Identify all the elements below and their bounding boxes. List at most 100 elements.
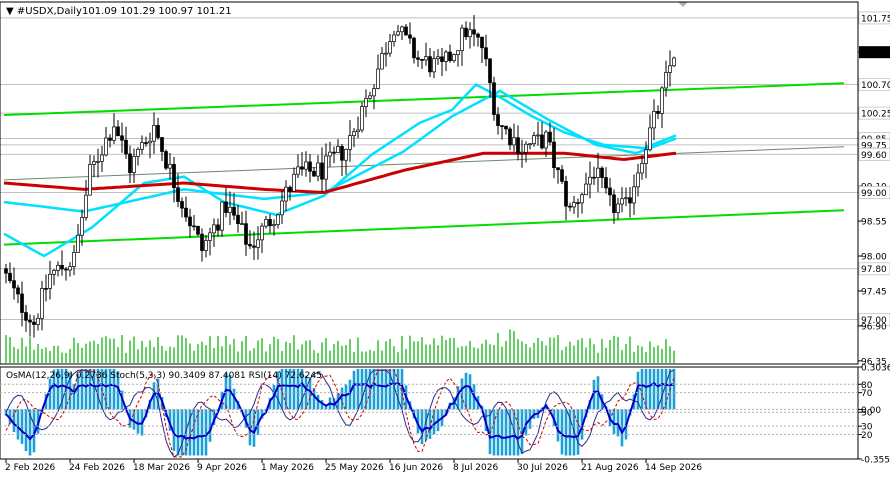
bearish-candle [492, 82, 496, 115]
bullish-candle [284, 186, 288, 202]
bullish-candle [396, 31, 400, 36]
bullish-candle [76, 234, 80, 253]
bearish-candle [320, 162, 324, 180]
price-tick-label: 100.25 [861, 110, 890, 120]
title-arrow: ▼ [6, 6, 17, 17]
bearish-candle [44, 288, 48, 290]
bullish-candle [436, 56, 440, 60]
bearish-candle [176, 187, 180, 202]
symbol-label: #USDX,Daily [17, 6, 82, 17]
bullish-candle [532, 135, 536, 145]
bullish-candle [352, 131, 356, 137]
bullish-candle [336, 146, 340, 153]
bullish-candle [400, 26, 404, 33]
bullish-candle [132, 156, 136, 173]
bearish-candle [156, 125, 160, 138]
bullish-candle [460, 27, 464, 52]
bearish-candle [488, 58, 492, 84]
osma-bar [356, 368, 360, 410]
bearish-candle [12, 280, 16, 289]
osma-bar [468, 374, 472, 410]
bearish-candle [248, 243, 252, 247]
bullish-candle [636, 172, 640, 188]
bullish-candle [580, 194, 584, 204]
bearish-candle [308, 161, 312, 172]
bearish-candle [200, 233, 204, 251]
bullish-candle [432, 58, 436, 73]
bearish-candle [612, 194, 616, 213]
bearish-candle [108, 137, 112, 141]
osma-bar [620, 409, 624, 447]
osma-bar [72, 384, 76, 410]
bearish-candle [592, 176, 596, 179]
bearish-candle [20, 293, 24, 313]
bullish-candle [648, 127, 652, 151]
bearish-candle [236, 214, 240, 225]
bullish-candle [52, 270, 56, 275]
ohlc-high: 101.29 [120, 6, 155, 17]
price-tick-label: 98.00 [861, 253, 887, 263]
bullish-candle [544, 131, 548, 149]
bearish-candle [16, 287, 20, 295]
ohlc-open: 101.09 [82, 6, 117, 17]
bearish-candle [192, 225, 196, 228]
bullish-candle [444, 51, 448, 62]
bearish-candle [420, 59, 424, 61]
bullish-candle [272, 224, 276, 227]
bullish-candle [304, 161, 308, 170]
bullish-candle [572, 202, 576, 208]
bullish-candle [40, 288, 44, 319]
bearish-candle [480, 36, 484, 49]
osma-bar [176, 409, 180, 456]
price-tick-label: 101.75 [861, 14, 890, 24]
bearish-candle [32, 321, 36, 325]
osma-bar [492, 409, 496, 456]
bearish-candle [416, 57, 420, 60]
bullish-candle [296, 166, 300, 175]
bullish-candle [672, 57, 676, 67]
osma-bar [180, 409, 184, 456]
bearish-candle [288, 186, 292, 192]
bullish-candle [140, 142, 144, 150]
bearish-candle [184, 207, 188, 218]
bearish-candle [64, 268, 68, 271]
oscillator-tick-label: -0.3551 [861, 456, 890, 466]
osma-bar [200, 409, 204, 456]
bullish-candle [348, 135, 352, 150]
bullish-candle [652, 111, 656, 129]
osma-bar [656, 368, 660, 410]
bearish-candle [656, 111, 660, 114]
bullish-candle [36, 318, 40, 325]
bearish-candle [428, 56, 432, 73]
bullish-candle [84, 194, 88, 218]
bearish-candle [24, 312, 28, 321]
osma-bar [12, 409, 16, 433]
bearish-candle [476, 33, 480, 38]
oscillator-tick-label: 20 [861, 431, 873, 441]
ohlc-low: 100.97 [158, 6, 193, 17]
bullish-candle [316, 162, 320, 177]
osma-bar [192, 409, 196, 456]
bullish-candle [96, 161, 100, 163]
bullish-candle [520, 152, 524, 154]
bullish-candle [68, 266, 72, 271]
price-tick-label: 99.00 [861, 189, 887, 199]
bullish-candle [660, 87, 664, 114]
bullish-candle [204, 240, 208, 251]
bearish-candle [252, 245, 256, 248]
bullish-candle [152, 125, 156, 142]
osma-bar [204, 409, 208, 456]
bearish-candle [60, 265, 64, 270]
time-tick-label: 21 Aug 2026 [581, 463, 639, 473]
osma-bar [376, 368, 380, 410]
osma-bar [616, 409, 620, 437]
bullish-candle [264, 219, 268, 227]
bullish-candle [292, 173, 296, 192]
bearish-candle [312, 170, 316, 177]
bearish-candle [600, 167, 604, 178]
usdx-daily-chart[interactable]: ▼ #USDX,Daily 101.09 101.29 100.97 101.2… [0, 0, 890, 482]
bullish-candle [260, 225, 264, 241]
bearish-candle [604, 177, 608, 189]
bearish-candle [4, 268, 8, 274]
bearish-candle [408, 34, 412, 39]
